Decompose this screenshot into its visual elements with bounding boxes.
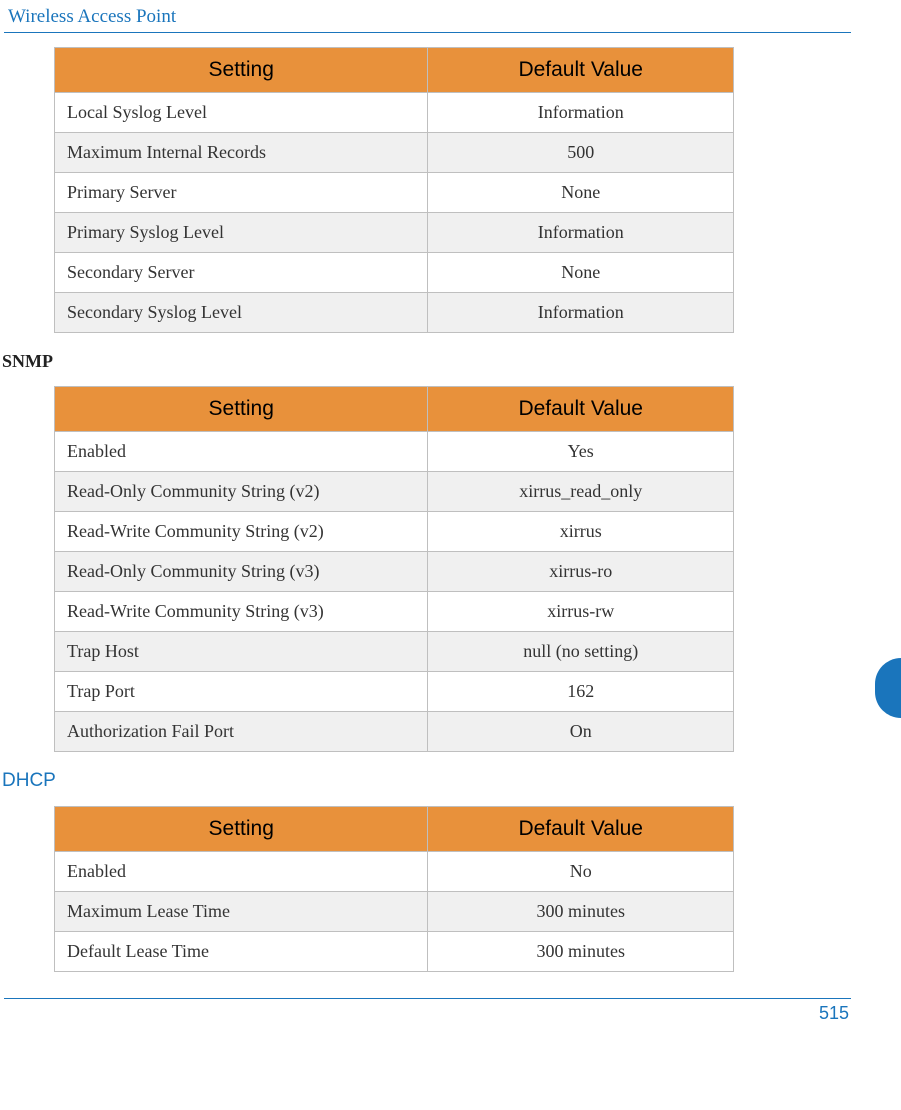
setting-cell: Authorization Fail Port <box>55 712 428 752</box>
setting-cell: Trap Host <box>55 632 428 672</box>
value-cell: Yes <box>428 432 734 472</box>
section-heading: DHCP <box>2 770 861 792</box>
table-row: Read-Only Community String (v3)xirrus-ro <box>55 552 734 592</box>
value-cell: Information <box>428 293 734 333</box>
page-footer: 515 <box>4 998 851 1024</box>
value-cell: None <box>428 253 734 293</box>
column-header-setting: Setting <box>55 48 428 93</box>
value-cell: 500 <box>428 133 734 173</box>
setting-cell: Enabled <box>55 432 428 472</box>
table-row: Secondary Syslog LevelInformation <box>55 293 734 333</box>
value-cell: On <box>428 712 734 752</box>
settings-table: SettingDefault ValueEnabledYesRead-Only … <box>54 386 734 752</box>
setting-cell: Secondary Syslog Level <box>55 293 428 333</box>
setting-cell: Maximum Internal Records <box>55 133 428 173</box>
setting-cell: Read-Only Community String (v3) <box>55 552 428 592</box>
table-row: Default Lease Time300 minutes <box>55 932 734 972</box>
setting-cell: Secondary Server <box>55 253 428 293</box>
setting-cell: Read-Write Community String (v2) <box>55 512 428 552</box>
setting-cell: Maximum Lease Time <box>55 892 428 932</box>
side-thumb-tab <box>875 658 901 718</box>
setting-cell: Read-Write Community String (v3) <box>55 592 428 632</box>
table-row: Trap Port162 <box>55 672 734 712</box>
section-heading: SNMP <box>2 351 861 372</box>
value-cell: xirrus-rw <box>428 592 734 632</box>
value-cell: 300 minutes <box>428 892 734 932</box>
column-header-value: Default Value <box>428 48 734 93</box>
value-cell: xirrus <box>428 512 734 552</box>
value-cell: 300 minutes <box>428 932 734 972</box>
setting-cell: Default Lease Time <box>55 932 428 972</box>
table-row: Read-Write Community String (v2)xirrus <box>55 512 734 552</box>
column-header-setting: Setting <box>55 807 428 852</box>
table-row: Maximum Lease Time300 minutes <box>55 892 734 932</box>
settings-table: SettingDefault ValueEnabledNoMaximum Lea… <box>54 806 734 972</box>
setting-cell: Enabled <box>55 852 428 892</box>
value-cell: xirrus_read_only <box>428 472 734 512</box>
column-header-value: Default Value <box>428 387 734 432</box>
value-cell: 162 <box>428 672 734 712</box>
column-header-value: Default Value <box>428 807 734 852</box>
setting-cell: Primary Server <box>55 173 428 213</box>
table-row: EnabledYes <box>55 432 734 472</box>
setting-cell: Primary Syslog Level <box>55 213 428 253</box>
table-row: Primary ServerNone <box>55 173 734 213</box>
table-row: EnabledNo <box>55 852 734 892</box>
value-cell: Information <box>428 213 734 253</box>
settings-table: SettingDefault ValueLocal Syslog LevelIn… <box>54 47 734 333</box>
value-cell: null (no setting) <box>428 632 734 672</box>
table-row: Read-Write Community String (v3)xirrus-r… <box>55 592 734 632</box>
value-cell: None <box>428 173 734 213</box>
column-header-setting: Setting <box>55 387 428 432</box>
table-row: Local Syslog LevelInformation <box>55 93 734 133</box>
setting-cell: Local Syslog Level <box>55 93 428 133</box>
table-row: Trap Hostnull (no setting) <box>55 632 734 672</box>
table-row: Primary Syslog LevelInformation <box>55 213 734 253</box>
value-cell: Information <box>428 93 734 133</box>
table-row: Read-Only Community String (v2)xirrus_re… <box>55 472 734 512</box>
page-header-title: Wireless Access Point <box>4 0 851 33</box>
setting-cell: Trap Port <box>55 672 428 712</box>
table-row: Authorization Fail PortOn <box>55 712 734 752</box>
value-cell: xirrus-ro <box>428 552 734 592</box>
table-row: Secondary ServerNone <box>55 253 734 293</box>
setting-cell: Read-Only Community String (v2) <box>55 472 428 512</box>
table-row: Maximum Internal Records500 <box>55 133 734 173</box>
page-number: 515 <box>819 1003 849 1023</box>
value-cell: No <box>428 852 734 892</box>
